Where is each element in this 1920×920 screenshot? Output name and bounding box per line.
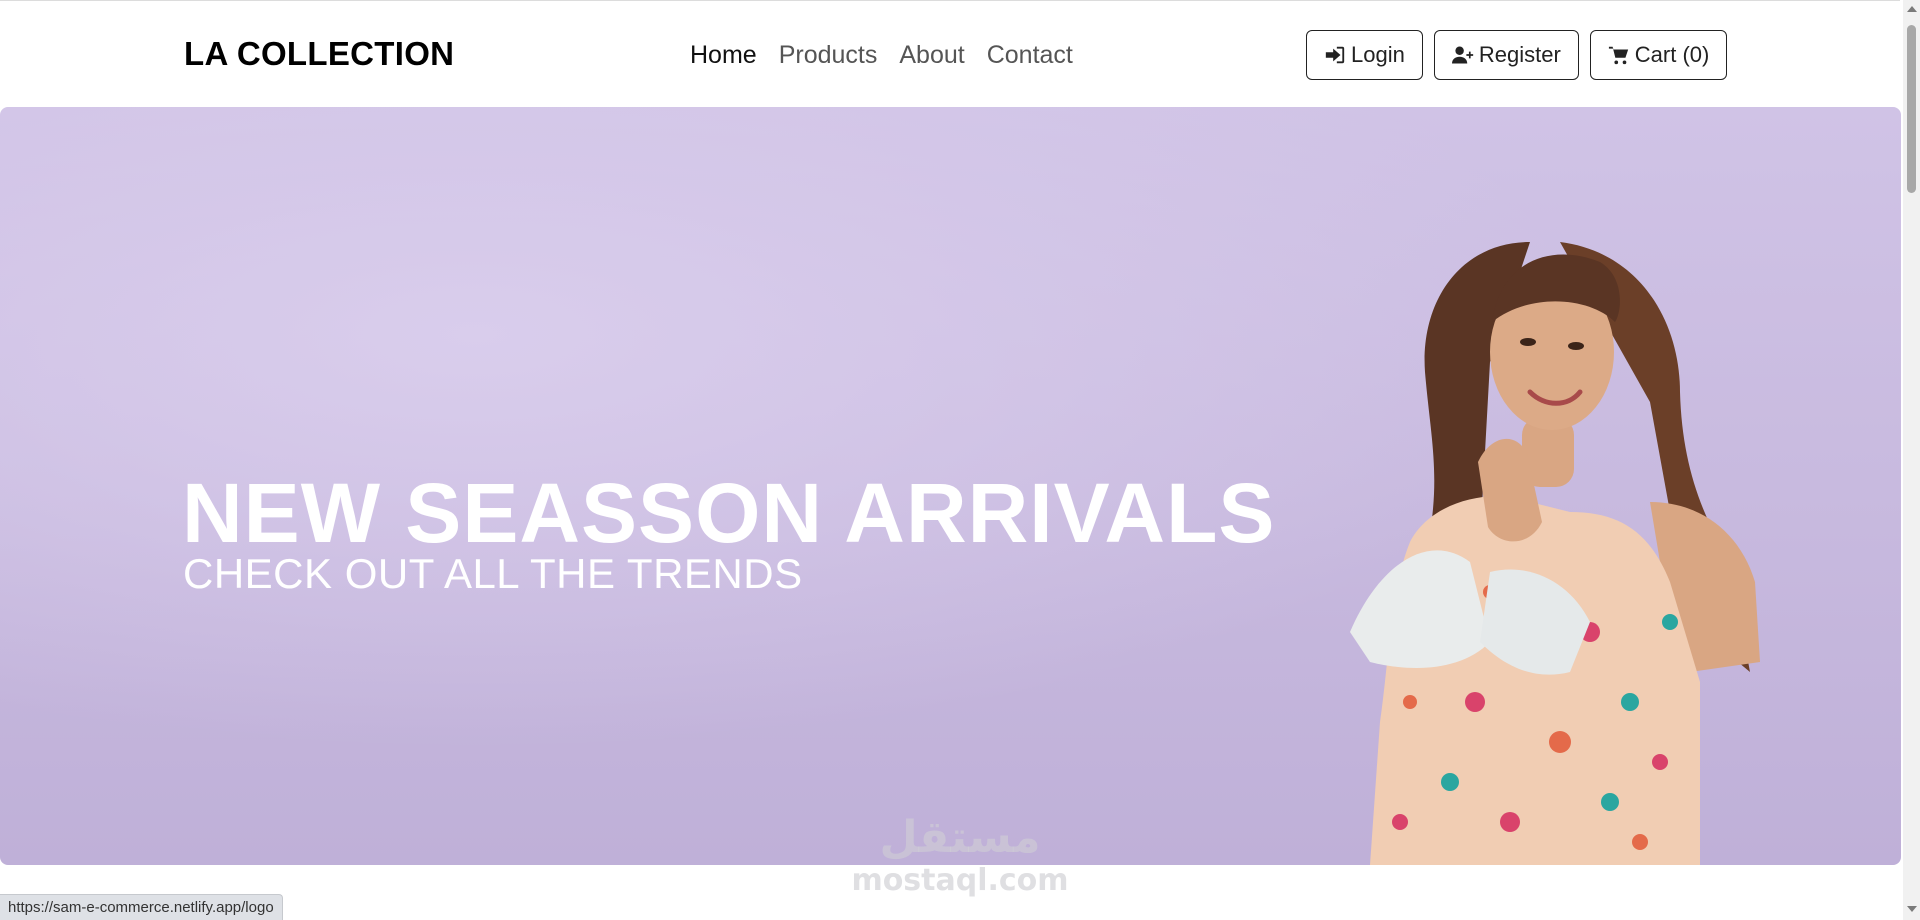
nav-link-products[interactable]: Products — [779, 41, 878, 70]
scroll-down-arrow-icon[interactable] — [1907, 906, 1917, 912]
nav-link-home[interactable]: Home — [690, 41, 757, 70]
login-button[interactable]: Login — [1306, 30, 1423, 80]
login-label: Login — [1351, 42, 1405, 67]
hero-model-image — [1350, 242, 1760, 865]
hero-banner: NEW SEASSON ARRIVALS CHECK OUT ALL THE T… — [0, 107, 1901, 865]
scrollbar-thumb[interactable] — [1907, 25, 1916, 193]
mostaql-watermark: مستقل mostaql.com — [851, 812, 1068, 898]
sign-in-icon — [1324, 44, 1346, 66]
scroll-up-arrow-icon[interactable] — [1907, 6, 1917, 12]
hero-subtitle: CHECK OUT ALL THE TRENDS — [183, 549, 803, 597]
nav-link-about[interactable]: About — [899, 41, 964, 70]
page-scrollbar[interactable] — [1903, 0, 1920, 920]
page: LA COLLECTION Home Products About Contac… — [0, 0, 1920, 920]
brand-logo[interactable]: LA COLLECTION — [184, 35, 454, 73]
nav-link-contact[interactable]: Contact — [987, 41, 1073, 70]
watermark-domain: mostaql.com — [851, 863, 1068, 898]
watermark-logo-text: مستقل — [880, 812, 1041, 863]
hero-title: NEW SEASSON ARRIVALS — [182, 466, 1276, 561]
status-bar-url: https://sam-e-commerce.netlify.app/logo — [0, 894, 283, 920]
navbar: LA COLLECTION Home Products About Contac… — [0, 0, 1900, 108]
register-button[interactable]: Register — [1433, 30, 1579, 80]
user-plus-icon — [1451, 44, 1474, 66]
cart-label: Cart (0) — [1634, 42, 1710, 67]
register-label: Register — [1478, 42, 1561, 67]
nav-actions: Login Register Cart (0) — [1306, 30, 1728, 80]
shopping-cart-icon — [1608, 44, 1630, 66]
nav-links: Home Products About Contact — [690, 41, 1073, 70]
cart-button[interactable]: Cart (0) — [1589, 30, 1728, 80]
